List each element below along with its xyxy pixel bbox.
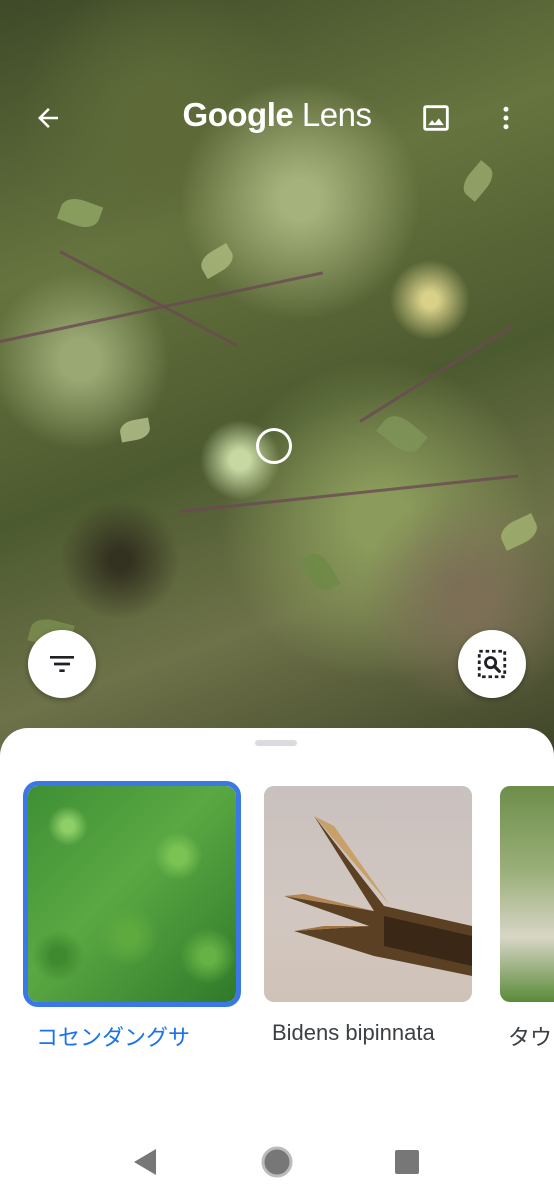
leaf-decoration: [118, 417, 152, 443]
result-card[interactable]: [23, 781, 241, 1007]
result-label[interactable]: コセンダングサ: [36, 1020, 190, 1052]
result-label[interactable]: Bidens bipinnata: [272, 1020, 435, 1046]
filter-icon: [50, 656, 74, 672]
result-card[interactable]: [264, 786, 472, 1002]
result-card[interactable]: [500, 786, 554, 1002]
nav-recents-button[interactable]: [387, 1142, 427, 1182]
leaf-decoration: [56, 193, 104, 233]
square-recents-icon: [395, 1150, 419, 1174]
result-label[interactable]: タウ: [508, 1020, 552, 1052]
system-navigation-bar: [0, 1120, 554, 1200]
stem-decoration: [359, 324, 514, 423]
nav-home-button[interactable]: [257, 1142, 297, 1182]
triangle-back-icon: [134, 1149, 156, 1175]
more-vert-icon: [503, 106, 509, 130]
more-options-button[interactable]: [484, 96, 528, 140]
circle-home-icon: [261, 1146, 293, 1178]
result-thumbnail: [500, 786, 554, 1002]
select-region-button[interactable]: [458, 630, 526, 698]
filter-button[interactable]: [28, 630, 96, 698]
image-icon: [423, 105, 449, 131]
title-google: Google: [182, 96, 294, 133]
leaf-decoration: [376, 409, 428, 459]
nav-back-button[interactable]: [124, 1142, 164, 1182]
app-title: Google Lens: [0, 96, 554, 134]
image-search-icon: [477, 649, 507, 679]
leaf-decoration: [496, 513, 542, 551]
drag-handle[interactable]: [255, 740, 297, 746]
result-thumbnail: [28, 786, 236, 1002]
leaf-decoration: [299, 548, 341, 596]
title-lens: Lens: [301, 96, 372, 133]
leaf-decoration: [196, 242, 238, 280]
result-thumbnail: [264, 786, 472, 1002]
seed-awn-illustration: [284, 816, 472, 976]
stem-decoration: [179, 474, 519, 513]
gallery-button[interactable]: [414, 96, 458, 140]
leaf-decoration: [458, 160, 498, 202]
focus-point[interactable]: [256, 428, 292, 464]
